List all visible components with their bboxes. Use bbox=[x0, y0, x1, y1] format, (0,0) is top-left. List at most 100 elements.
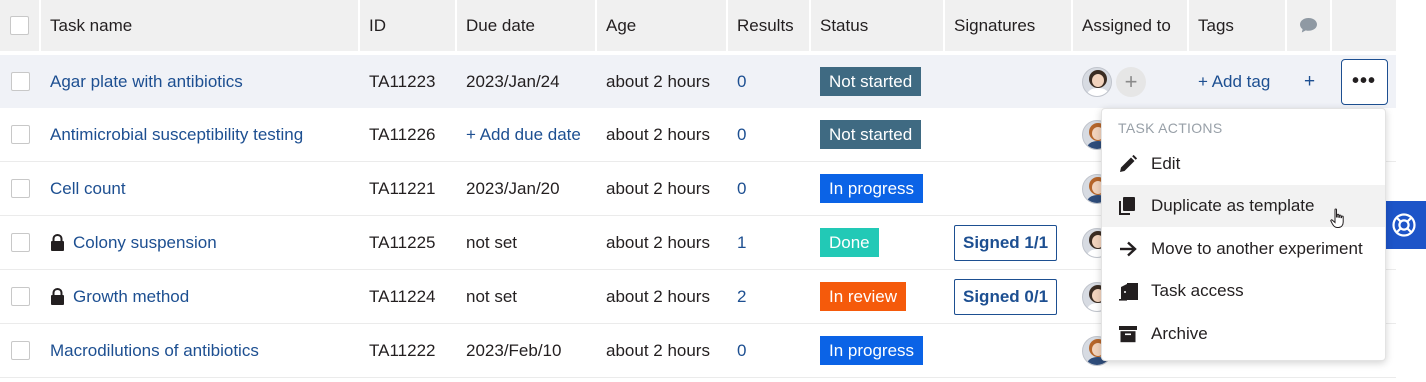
menu-item-edit[interactable]: Edit bbox=[1102, 143, 1385, 185]
add-due-date-link[interactable]: + Add due date bbox=[457, 108, 597, 161]
row-select-cell bbox=[0, 162, 41, 215]
row-checkbox[interactable] bbox=[11, 179, 30, 198]
task-age: about 2 hours bbox=[606, 178, 710, 198]
assignee-avatar[interactable] bbox=[1082, 66, 1112, 97]
row-select-cell bbox=[0, 108, 41, 161]
row-checkbox[interactable] bbox=[11, 72, 30, 91]
menu-item-task-access[interactable]: Task access bbox=[1102, 270, 1385, 312]
results-count-link[interactable]: 0 bbox=[737, 72, 746, 92]
results-cell: 0 bbox=[728, 55, 811, 108]
status-cell: Not started bbox=[811, 108, 945, 161]
column-header-signatures[interactable]: Signatures bbox=[945, 0, 1073, 51]
row-checkbox[interactable] bbox=[11, 233, 30, 252]
status-cell: In progress bbox=[811, 162, 945, 215]
table-header: Task name ID Due date Age Results Status… bbox=[0, 0, 1396, 53]
column-header-tags[interactable]: Tags bbox=[1189, 0, 1287, 51]
status-badge: Done bbox=[820, 228, 879, 257]
task-id: TA11224 bbox=[369, 286, 436, 306]
speech-bubble-icon bbox=[1300, 18, 1317, 33]
results-count-link[interactable]: 0 bbox=[737, 125, 746, 145]
select-all-checkbox[interactable] bbox=[10, 16, 29, 35]
header-actions-cell bbox=[1332, 0, 1396, 51]
column-header-due-date[interactable]: Due date bbox=[457, 0, 597, 51]
status-cell: In review bbox=[811, 270, 945, 323]
row-actions-menu-button[interactable]: ••• bbox=[1340, 58, 1388, 105]
row-checkbox[interactable] bbox=[11, 287, 30, 306]
door-access-icon bbox=[1118, 281, 1142, 301]
task-id: TA11226 bbox=[369, 124, 436, 144]
results-cell: 0 bbox=[728, 108, 811, 161]
signatures-button[interactable]: Signed 1/1 bbox=[954, 224, 1058, 261]
results-count-link[interactable]: 1 bbox=[737, 233, 746, 253]
arrow-right-icon bbox=[1118, 239, 1142, 259]
task-age: about 2 hours bbox=[606, 340, 710, 360]
status-badge: In progress bbox=[820, 336, 924, 365]
signatures-cell bbox=[945, 324, 1073, 377]
comments-column-icon bbox=[1287, 0, 1332, 51]
signatures-cell: Signed 1/1 bbox=[945, 216, 1073, 269]
due-date[interactable]: 2023/Jan/24 bbox=[457, 55, 597, 108]
signatures-cell: Signed 0/1 bbox=[945, 270, 1073, 323]
add-assignee-button[interactable]: + bbox=[1116, 66, 1146, 97]
results-count-link[interactable]: 2 bbox=[737, 287, 746, 307]
row-select-cell bbox=[0, 324, 41, 377]
signatures-cell bbox=[945, 108, 1073, 161]
task-name-link[interactable]: Macrodilutions of antibiotics bbox=[50, 341, 259, 361]
results-count-link[interactable]: 0 bbox=[737, 179, 746, 199]
task-name-cell: Macrodilutions of antibiotics bbox=[41, 324, 360, 377]
due-date: not set bbox=[466, 232, 518, 252]
menu-item-label: Move to another experiment bbox=[1151, 239, 1363, 258]
task-name-link[interactable]: Cell count bbox=[50, 179, 126, 199]
row-actions-cell: ••• bbox=[1332, 55, 1396, 108]
lock-icon bbox=[50, 287, 65, 306]
results-count-link[interactable]: 0 bbox=[737, 341, 746, 361]
due-date[interactable]: 2023/Jan/20 bbox=[457, 162, 597, 215]
menu-item-label: Archive bbox=[1151, 324, 1208, 343]
task-name-cell: Growth method bbox=[41, 270, 360, 323]
task-age: about 2 hours bbox=[606, 286, 710, 306]
task-name-cell: Colony suspension bbox=[41, 216, 360, 269]
lifebuoy-icon bbox=[1391, 213, 1416, 237]
status-badge: In review bbox=[820, 282, 907, 311]
add-comment-link[interactable]: + bbox=[1304, 71, 1315, 93]
task-name-link[interactable]: Growth method bbox=[73, 287, 189, 307]
column-header-results[interactable]: Results bbox=[728, 0, 811, 51]
task-id: TA11223 bbox=[369, 71, 436, 91]
status-cell: Done bbox=[811, 216, 945, 269]
task-name-cell: Antimicrobial susceptibility testing bbox=[41, 108, 360, 161]
signatures-button[interactable]: Signed 0/1 bbox=[954, 278, 1058, 315]
task-id: TA11221 bbox=[369, 178, 436, 198]
menu-item-label: Task access bbox=[1151, 281, 1244, 300]
results-cell: 1 bbox=[728, 216, 811, 269]
task-name-link[interactable]: Colony suspension bbox=[73, 233, 217, 253]
task-age: about 2 hours bbox=[606, 232, 710, 252]
signatures-cell bbox=[945, 162, 1073, 215]
menu-item-label: Edit bbox=[1151, 154, 1181, 173]
row-select-cell bbox=[0, 55, 41, 108]
menu-item-archive[interactable]: Archive bbox=[1102, 313, 1385, 355]
column-header-task-name[interactable]: Task name bbox=[41, 0, 360, 51]
add-tag-link[interactable]: + Add tag bbox=[1198, 72, 1270, 92]
row-checkbox[interactable] bbox=[11, 341, 30, 360]
comment-cell: + bbox=[1287, 55, 1332, 108]
results-cell: 0 bbox=[728, 162, 811, 215]
hand-pointer-cursor-icon bbox=[1330, 208, 1346, 235]
results-cell: 2 bbox=[728, 270, 811, 323]
column-header-age[interactable]: Age bbox=[597, 0, 728, 51]
status-badge: Not started bbox=[820, 120, 922, 149]
row-checkbox[interactable] bbox=[11, 125, 30, 144]
due-date[interactable]: 2023/Feb/10 bbox=[457, 324, 597, 377]
copy-icon bbox=[1118, 196, 1142, 216]
task-name-link[interactable]: Agar plate with antibiotics bbox=[50, 72, 243, 92]
task-name-link[interactable]: Antimicrobial susceptibility testing bbox=[50, 125, 303, 145]
status-badge: In progress bbox=[820, 174, 924, 203]
row-select-cell bbox=[0, 270, 41, 323]
signatures-cell bbox=[945, 55, 1073, 108]
column-header-id[interactable]: ID bbox=[360, 0, 457, 51]
pencil-icon bbox=[1118, 154, 1142, 174]
task-age: about 2 hours bbox=[606, 71, 710, 91]
help-lifebuoy-button[interactable] bbox=[1381, 201, 1426, 249]
column-header-status[interactable]: Status bbox=[811, 0, 945, 51]
tags-cell: + Add tag bbox=[1189, 55, 1287, 108]
column-header-assigned-to[interactable]: Assigned to bbox=[1073, 0, 1189, 51]
